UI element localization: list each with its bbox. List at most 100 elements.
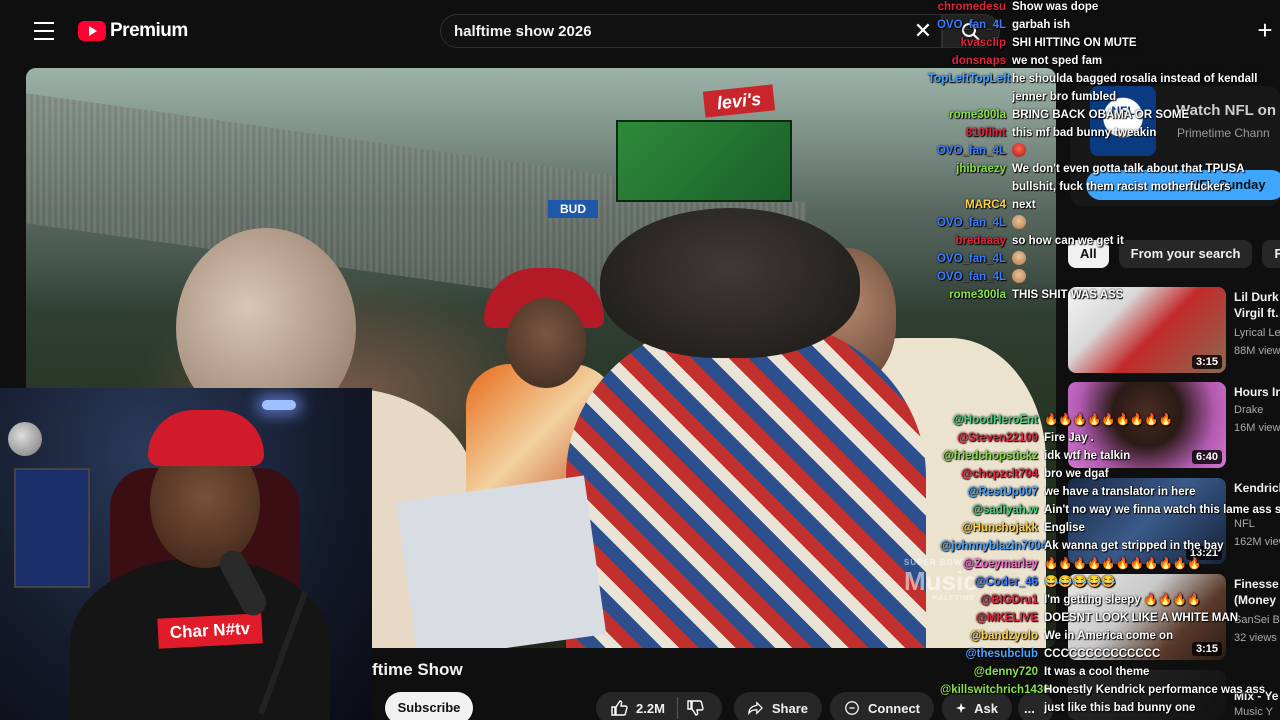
chat-message: @Zoeymarley 🔥🔥🔥🔥🔥🔥🔥🔥🔥🔥🔥 bbox=[940, 555, 1280, 573]
chat-message: @Coder_46 😂😂😂😂😂 bbox=[940, 573, 1280, 591]
chat-username[interactable]: @sadiyah.w bbox=[940, 501, 1044, 519]
chat-text: Fire Jay . bbox=[1044, 432, 1094, 444]
recommendation-channel[interactable]: Lyrical Le bbox=[1234, 327, 1280, 339]
chat-username[interactable]: kvasclip bbox=[928, 34, 1012, 52]
chat-text: 🔥🔥🔥🔥🔥🔥🔥🔥🔥🔥🔥 bbox=[1044, 558, 1202, 570]
chat-username[interactable]: @denny720 bbox=[940, 663, 1044, 681]
chat-text: We don't even gotta talk about that TPUS… bbox=[1012, 163, 1245, 193]
chat-username[interactable]: @Hunchojakk bbox=[940, 519, 1044, 537]
share-label: Share bbox=[771, 700, 808, 716]
patterned-jacket bbox=[566, 318, 926, 648]
chat-message: @bandzyolo We in America come on bbox=[940, 627, 1280, 645]
video-title: ftime Show bbox=[372, 660, 463, 679]
chat-username[interactable]: OVO_fan_4L bbox=[928, 268, 1012, 286]
chat-username[interactable]: @BIGDru1 bbox=[940, 591, 1044, 609]
chat-text: CCCCCCCCCCCCCC bbox=[1044, 648, 1161, 660]
chat-text: I'm getting sleepy 🔥🔥🔥🔥 bbox=[1044, 594, 1202, 606]
chat-text: Honestly Kendrick performance was ass ju… bbox=[1044, 684, 1266, 714]
chat-text: idk wtf he talkin bbox=[1044, 450, 1131, 462]
chat-username[interactable]: donsnaps bbox=[928, 52, 1012, 70]
chat-text: he shoulda bagged rosalia instead of ken… bbox=[1012, 73, 1258, 103]
chat-message: @HoodHeroEnt 🔥🔥🔥🔥🔥🔥🔥🔥🔥 bbox=[940, 411, 1280, 429]
chat-username[interactable]: rome300la bbox=[928, 106, 1012, 124]
chat-username[interactable]: @johnnyblazin7004 bbox=[940, 537, 1047, 555]
menu-icon[interactable] bbox=[32, 20, 56, 42]
woman-head bbox=[506, 298, 586, 388]
chat-username[interactable]: rome300la bbox=[928, 286, 1012, 304]
search-input[interactable]: halftime show 2026 ✕ bbox=[440, 14, 942, 48]
chat-message: OVO_fan_4L bbox=[928, 142, 1280, 160]
chat-text: Ak wanna get stripped in the bay bbox=[1044, 540, 1224, 552]
chat-message: MARC4 next bbox=[928, 196, 1280, 214]
streamer-webcam: Char N#tv bbox=[0, 388, 372, 720]
chat-username[interactable]: MARC4 bbox=[928, 196, 1012, 214]
chat-username[interactable]: @Coder_46 bbox=[940, 573, 1044, 591]
emote-icon bbox=[1012, 251, 1026, 265]
chat-text: Show was dope bbox=[1012, 1, 1099, 13]
thumbs-down-icon[interactable] bbox=[686, 699, 704, 717]
chat-username[interactable]: OVO_fan_4L bbox=[928, 214, 1012, 232]
chat-text: this mf bad bunny tweakin bbox=[1012, 127, 1157, 139]
recommendation-views: 88M view bbox=[1234, 345, 1280, 357]
chat-username[interactable]: TopLeftTopLeft bbox=[928, 70, 1012, 106]
chat-username[interactable]: @friedchopstickz bbox=[940, 447, 1044, 465]
chat-text bbox=[1012, 214, 1028, 232]
disco-ball bbox=[8, 422, 42, 456]
chat-text: 🔥🔥🔥🔥🔥🔥🔥🔥🔥 bbox=[1044, 414, 1173, 426]
chat-text: next bbox=[1012, 199, 1036, 211]
chat-username[interactable]: jhibraezy bbox=[928, 160, 1012, 196]
video-duration: 3:15 bbox=[1191, 355, 1222, 369]
chat-message: @chopzclt704 bro we dgaf bbox=[940, 465, 1280, 483]
chat-username[interactable]: @HoodHeroEnt bbox=[940, 411, 1044, 429]
chat-message: rome300la THIS SHIT WAS ASS bbox=[928, 286, 1280, 304]
ring-light bbox=[262, 400, 296, 410]
thumbs-up-icon[interactable] bbox=[610, 699, 628, 717]
connect-button[interactable]: Connect bbox=[830, 692, 934, 720]
chat-message: kvasclip SHI HITTING ON MUTE bbox=[928, 34, 1280, 52]
chat-username[interactable]: @bandzyolo bbox=[940, 627, 1044, 645]
chat-username[interactable]: @killswitchrich1430 bbox=[940, 681, 1050, 717]
chat-username[interactable]: @Steven22109 bbox=[940, 429, 1044, 447]
chat-message: jhibraezy We don't even gotta talk about … bbox=[928, 160, 1280, 196]
chat-username[interactable]: @Zoeymarley bbox=[940, 555, 1044, 573]
emote-icon bbox=[1012, 215, 1026, 229]
chat-message: OVO_fan_4L bbox=[928, 250, 1280, 268]
chat-message: @killswitchrich1430 Honestly Kendrick per… bbox=[940, 681, 1280, 717]
chat-message: @RestUp007 we have a translator in here bbox=[940, 483, 1280, 501]
twitch-chat-overlay: chromedesu Show was dope OVO_fan_4L garbah … bbox=[928, 0, 1280, 304]
like-dislike-button[interactable]: 2.2M bbox=[596, 692, 722, 720]
chat-message: donsnaps we not sped fam bbox=[928, 52, 1280, 70]
chat-message: @friedchopstickz idk wtf he talkin bbox=[940, 447, 1280, 465]
chat-username[interactable]: @RestUp007 bbox=[940, 483, 1044, 501]
logo-text: Premium bbox=[110, 20, 188, 41]
share-button[interactable]: Share bbox=[734, 692, 822, 720]
like-divider bbox=[676, 697, 678, 719]
chat-text: DOESNT LOOK LIKE A WHITE MAN bbox=[1044, 612, 1239, 624]
chat-text: garbah ish bbox=[1012, 19, 1071, 31]
youtube-chat-overlay: @HoodHeroEnt 🔥🔥🔥🔥🔥🔥🔥🔥🔥 @Steven22109 Fire Ja… bbox=[940, 411, 1280, 717]
stadium-screen bbox=[616, 120, 792, 202]
chat-username[interactable]: OVO_fan_4L bbox=[928, 142, 1012, 160]
youtube-logo[interactable]: Premium bbox=[78, 20, 188, 42]
subscribe-button[interactable]: Subscribe bbox=[385, 692, 473, 720]
chat-message: OVO_fan_4L bbox=[928, 214, 1280, 232]
chat-message: chromedesu Show was dope bbox=[928, 0, 1280, 16]
chat-username[interactable]: OVO_fan_4L bbox=[928, 16, 1012, 34]
chat-username[interactable]: @chopzclt704 bbox=[940, 465, 1044, 483]
chat-message: OVO_fan_4L bbox=[928, 268, 1280, 286]
connect-icon bbox=[845, 701, 859, 715]
chat-username[interactable]: OVO_fan_4L bbox=[928, 250, 1012, 268]
bud-sign: BUD bbox=[548, 200, 598, 218]
chat-username[interactable]: 810flint bbox=[928, 124, 1012, 142]
chat-message: @Steven22109 Fire Jay . bbox=[940, 429, 1280, 447]
chat-username[interactable]: chromedesu bbox=[928, 0, 1012, 16]
straw-hat bbox=[600, 208, 860, 358]
chat-text: we have a translator in here bbox=[1044, 486, 1196, 498]
chat-message: rome300la BRING BACK OBAMA OR SOME bbox=[928, 106, 1280, 124]
chat-message: @MKELIVE DOESNT LOOK LIKE A WHITE MAN bbox=[940, 609, 1280, 627]
chat-username[interactable]: @MKELIVE bbox=[940, 609, 1044, 627]
chat-username[interactable]: @thesubclub bbox=[940, 645, 1044, 663]
chat-username[interactable]: bredaaay bbox=[928, 232, 1012, 250]
emote-icon bbox=[1012, 269, 1026, 283]
chat-text: bro we dgaf bbox=[1044, 468, 1109, 480]
